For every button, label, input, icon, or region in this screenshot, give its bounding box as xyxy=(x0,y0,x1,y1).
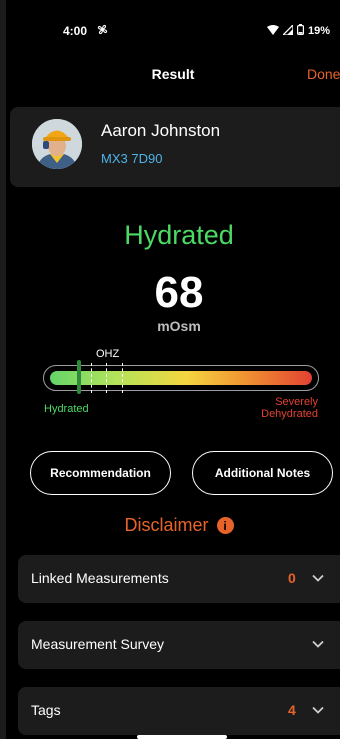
chevron-down-icon[interactable] xyxy=(311,703,325,722)
user-name: Aaron Johnston xyxy=(101,121,221,140)
additional-notes-button[interactable]: Additional Notes xyxy=(192,451,333,495)
section-label: Tags xyxy=(31,702,61,718)
user-device-id[interactable]: MX3 7D90 xyxy=(101,151,162,166)
status-time: 4:00 xyxy=(63,24,88,38)
gauge-gradient xyxy=(50,371,312,385)
section-count: 0 xyxy=(288,570,296,586)
gauge-high-label: Severely Dehydrated xyxy=(261,396,318,420)
disclaimer-link[interactable]: Disclaimer i xyxy=(6,515,340,536)
avatar xyxy=(32,119,82,169)
gauge-high-label-line2: Dehydrated xyxy=(261,408,318,420)
hydration-gauge xyxy=(43,360,319,394)
status-indicators: 19% xyxy=(266,22,330,38)
done-button[interactable]: Done xyxy=(307,66,340,82)
gauge-marker xyxy=(76,360,81,394)
wifi-icon xyxy=(266,24,279,38)
section-linked-measurements[interactable]: Linked Measurements 0 xyxy=(18,555,340,603)
chevron-down-icon[interactable] xyxy=(311,571,325,590)
recommendation-button[interactable]: Recommendation xyxy=(30,451,171,495)
gauge-low-label: Hydrated xyxy=(44,403,89,415)
gauge-tick xyxy=(122,363,123,393)
gauge-zone-label: OHZ xyxy=(96,348,120,360)
section-label: Linked Measurements xyxy=(31,570,169,586)
signal-icon xyxy=(281,22,294,38)
battery-percent: 19% xyxy=(307,25,330,37)
section-count: 4 xyxy=(288,702,296,718)
hydration-status: Hydrated xyxy=(124,220,234,250)
section-tags[interactable]: Tags 4 xyxy=(18,687,340,735)
home-indicator[interactable] xyxy=(137,735,227,739)
chevron-down-icon[interactable] xyxy=(311,637,325,656)
phone-screen: 4:00 19% Result Done Aaron Johnston MX3 … xyxy=(6,0,340,739)
nav-header: Result Done xyxy=(6,60,340,90)
page-title: Result xyxy=(151,66,195,82)
battery-icon xyxy=(296,24,304,38)
osmolality-value: 68 xyxy=(154,268,204,317)
fan-icon xyxy=(96,23,109,39)
section-measurement-survey[interactable]: Measurement Survey xyxy=(18,621,340,669)
gauge-high-label-line1: Severely xyxy=(275,396,318,408)
osmolality-unit: mOsm xyxy=(157,318,201,334)
status-bar: 4:00 19% xyxy=(6,0,340,38)
user-card[interactable]: Aaron Johnston MX3 7D90 xyxy=(10,107,340,187)
gauge-tick xyxy=(106,363,107,393)
gauge-tick xyxy=(91,363,92,393)
info-icon[interactable]: i xyxy=(216,517,234,534)
section-label: Measurement Survey xyxy=(31,636,165,652)
disclaimer-label: Disclaimer xyxy=(124,515,209,535)
